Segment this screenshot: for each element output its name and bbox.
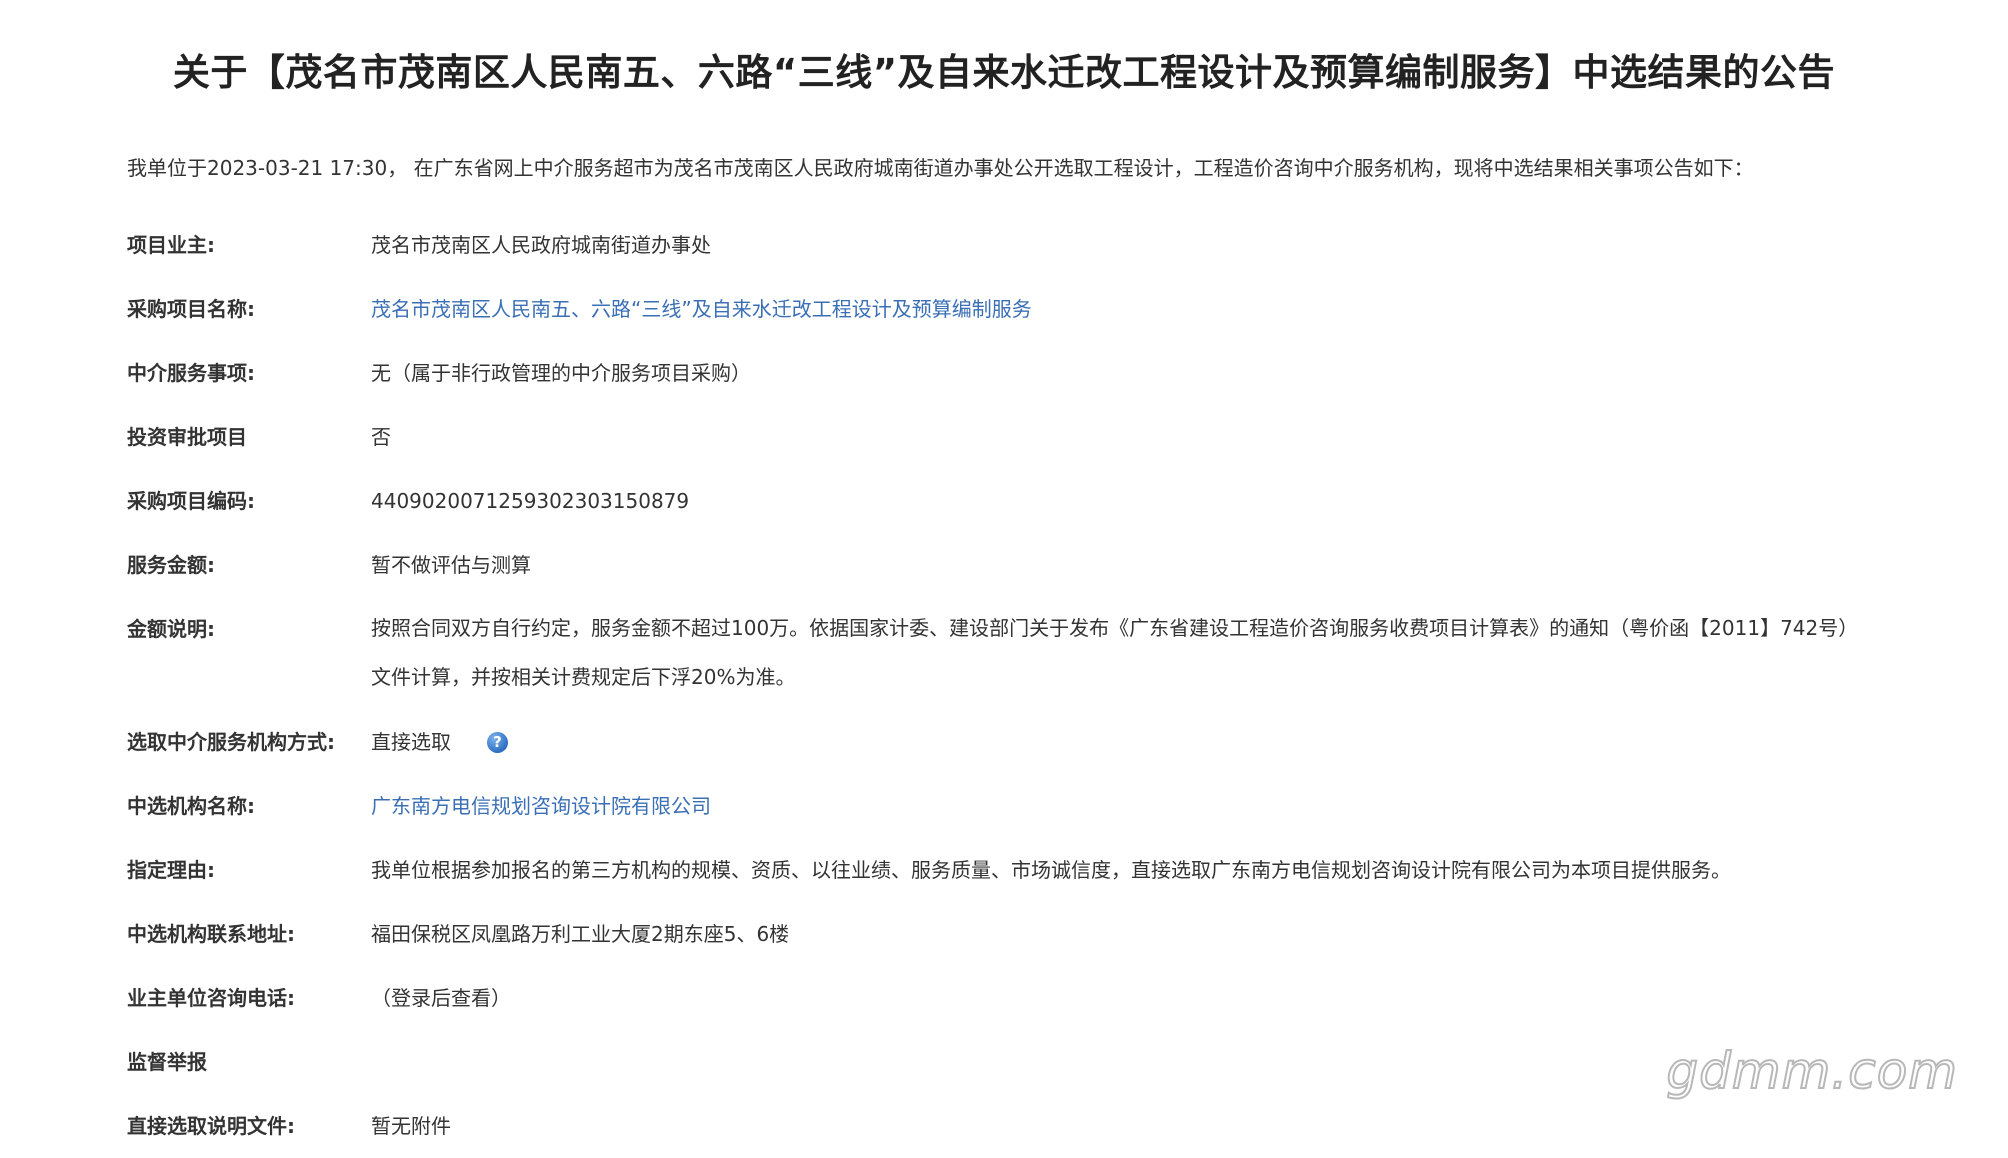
- project-owner-label: 项目业主:: [127, 233, 215, 257]
- announcement-details: 项目业主: 茂名市茂南区人民政府城南街道办事处 采购项目名称: 茂名市茂南区人民…: [127, 213, 1947, 1158]
- project-name-link[interactable]: 茂名市茂南区人民南五、六路“三线”及自来水迁改工程设计及预算编制服务: [371, 297, 1032, 321]
- row-project-code: 采购项目编码: 4409020071259302303150879: [127, 469, 1947, 533]
- project-code-value: 4409020071259302303150879: [371, 489, 690, 513]
- row-project-owner: 项目业主: 茂名市茂南区人民政府城南街道办事处: [127, 213, 1947, 277]
- question-help-icon[interactable]: ?: [487, 732, 508, 753]
- owner-phone-value[interactable]: （登录后查看）: [371, 966, 1947, 1030]
- service-item-value: 无（属于非行政管理的中介服务项目采购）: [371, 361, 751, 385]
- selection-method-value: 直接选取: [371, 730, 451, 754]
- row-org-address: 中选机构联系地址: 福田保税区凤凰路万利工业大厦2期东座5、6楼: [127, 902, 1947, 966]
- row-investment-approval: 投资审批项目 否: [127, 405, 1947, 469]
- project-name-label: 采购项目名称:: [127, 297, 255, 321]
- supervision-label: 监督举报: [127, 1050, 207, 1074]
- row-attachment: 直接选取说明文件: 暂无附件: [127, 1094, 1947, 1158]
- selection-method-label: 选取中介服务机构方式:: [127, 730, 335, 754]
- project-owner-value: 茂名市茂南区人民政府城南街道办事处: [371, 233, 711, 257]
- investment-approval-label: 投资审批项目: [127, 425, 247, 449]
- owner-phone-label: 业主单位咨询电话:: [127, 986, 295, 1010]
- attachment-value: 暂无附件: [371, 1114, 451, 1138]
- service-amount-label: 服务金额:: [127, 553, 215, 577]
- row-selection-method: 选取中介服务机构方式: 直接选取?: [127, 710, 1947, 774]
- reason-value: 我单位根据参加报名的第三方机构的规模、资质、以往业绩、服务质量、市场诚信度，直接…: [371, 858, 1731, 882]
- site-watermark: gdmm.com: [1665, 1041, 1958, 1101]
- selected-org-label: 中选机构名称:: [127, 794, 255, 818]
- row-service-item: 中介服务事项: 无（属于非行政管理的中介服务项目采购）: [127, 341, 1947, 405]
- amount-note-line-2: 文件计算，并按相关计费规定后下浮20%为准。: [371, 665, 796, 689]
- project-code-label: 采购项目编码:: [127, 489, 255, 513]
- row-owner-phone: 业主单位咨询电话: （登录后查看）: [127, 966, 1947, 1030]
- attachment-label: 直接选取说明文件:: [127, 1114, 295, 1138]
- amount-note-value: 按照合同双方自行约定，服务金额不超过100万。依据国家计委、建设部门关于发布《广…: [371, 597, 1947, 710]
- amount-note-line-1: 按照合同双方自行约定，服务金额不超过100万。依据国家计委、建设部门关于发布《广…: [371, 616, 1859, 640]
- row-amount-note: 金额说明: 按照合同双方自行约定，服务金额不超过100万。依据国家计委、建设部门…: [127, 597, 1947, 710]
- service-amount-value: 暂不做评估与测算: [371, 553, 531, 577]
- investment-approval-value: 否: [371, 425, 391, 449]
- selection-method-value-container: 直接选取?: [371, 710, 1947, 774]
- service-item-label: 中介服务事项:: [127, 361, 255, 385]
- page-title: 关于【茂名市茂南区人民南五、六路“三线”及自来水迁改工程设计及预算编制服务】中选…: [172, 51, 1836, 94]
- amount-note-label: 金额说明:: [127, 617, 215, 641]
- reason-label: 指定理由:: [127, 858, 215, 882]
- row-reason: 指定理由: 我单位根据参加报名的第三方机构的规模、资质、以往业绩、服务质量、市场…: [127, 838, 1947, 902]
- row-project-name: 采购项目名称: 茂名市茂南区人民南五、六路“三线”及自来水迁改工程设计及预算编制…: [127, 277, 1947, 341]
- row-service-amount: 服务金额: 暂不做评估与测算: [127, 533, 1947, 597]
- selected-org-link[interactable]: 广东南方电信规划咨询设计院有限公司: [371, 794, 711, 818]
- org-address-value: 福田保税区凤凰路万利工业大厦2期东座5、6楼: [371, 922, 790, 946]
- intro-text: 我单位于2023-03-21 17:30， 在广东省网上中介服务超市为茂名市茂南…: [127, 156, 1754, 180]
- row-selected-org: 中选机构名称: 广东南方电信规划咨询设计院有限公司: [127, 774, 1947, 838]
- org-address-label: 中选机构联系地址:: [127, 922, 295, 946]
